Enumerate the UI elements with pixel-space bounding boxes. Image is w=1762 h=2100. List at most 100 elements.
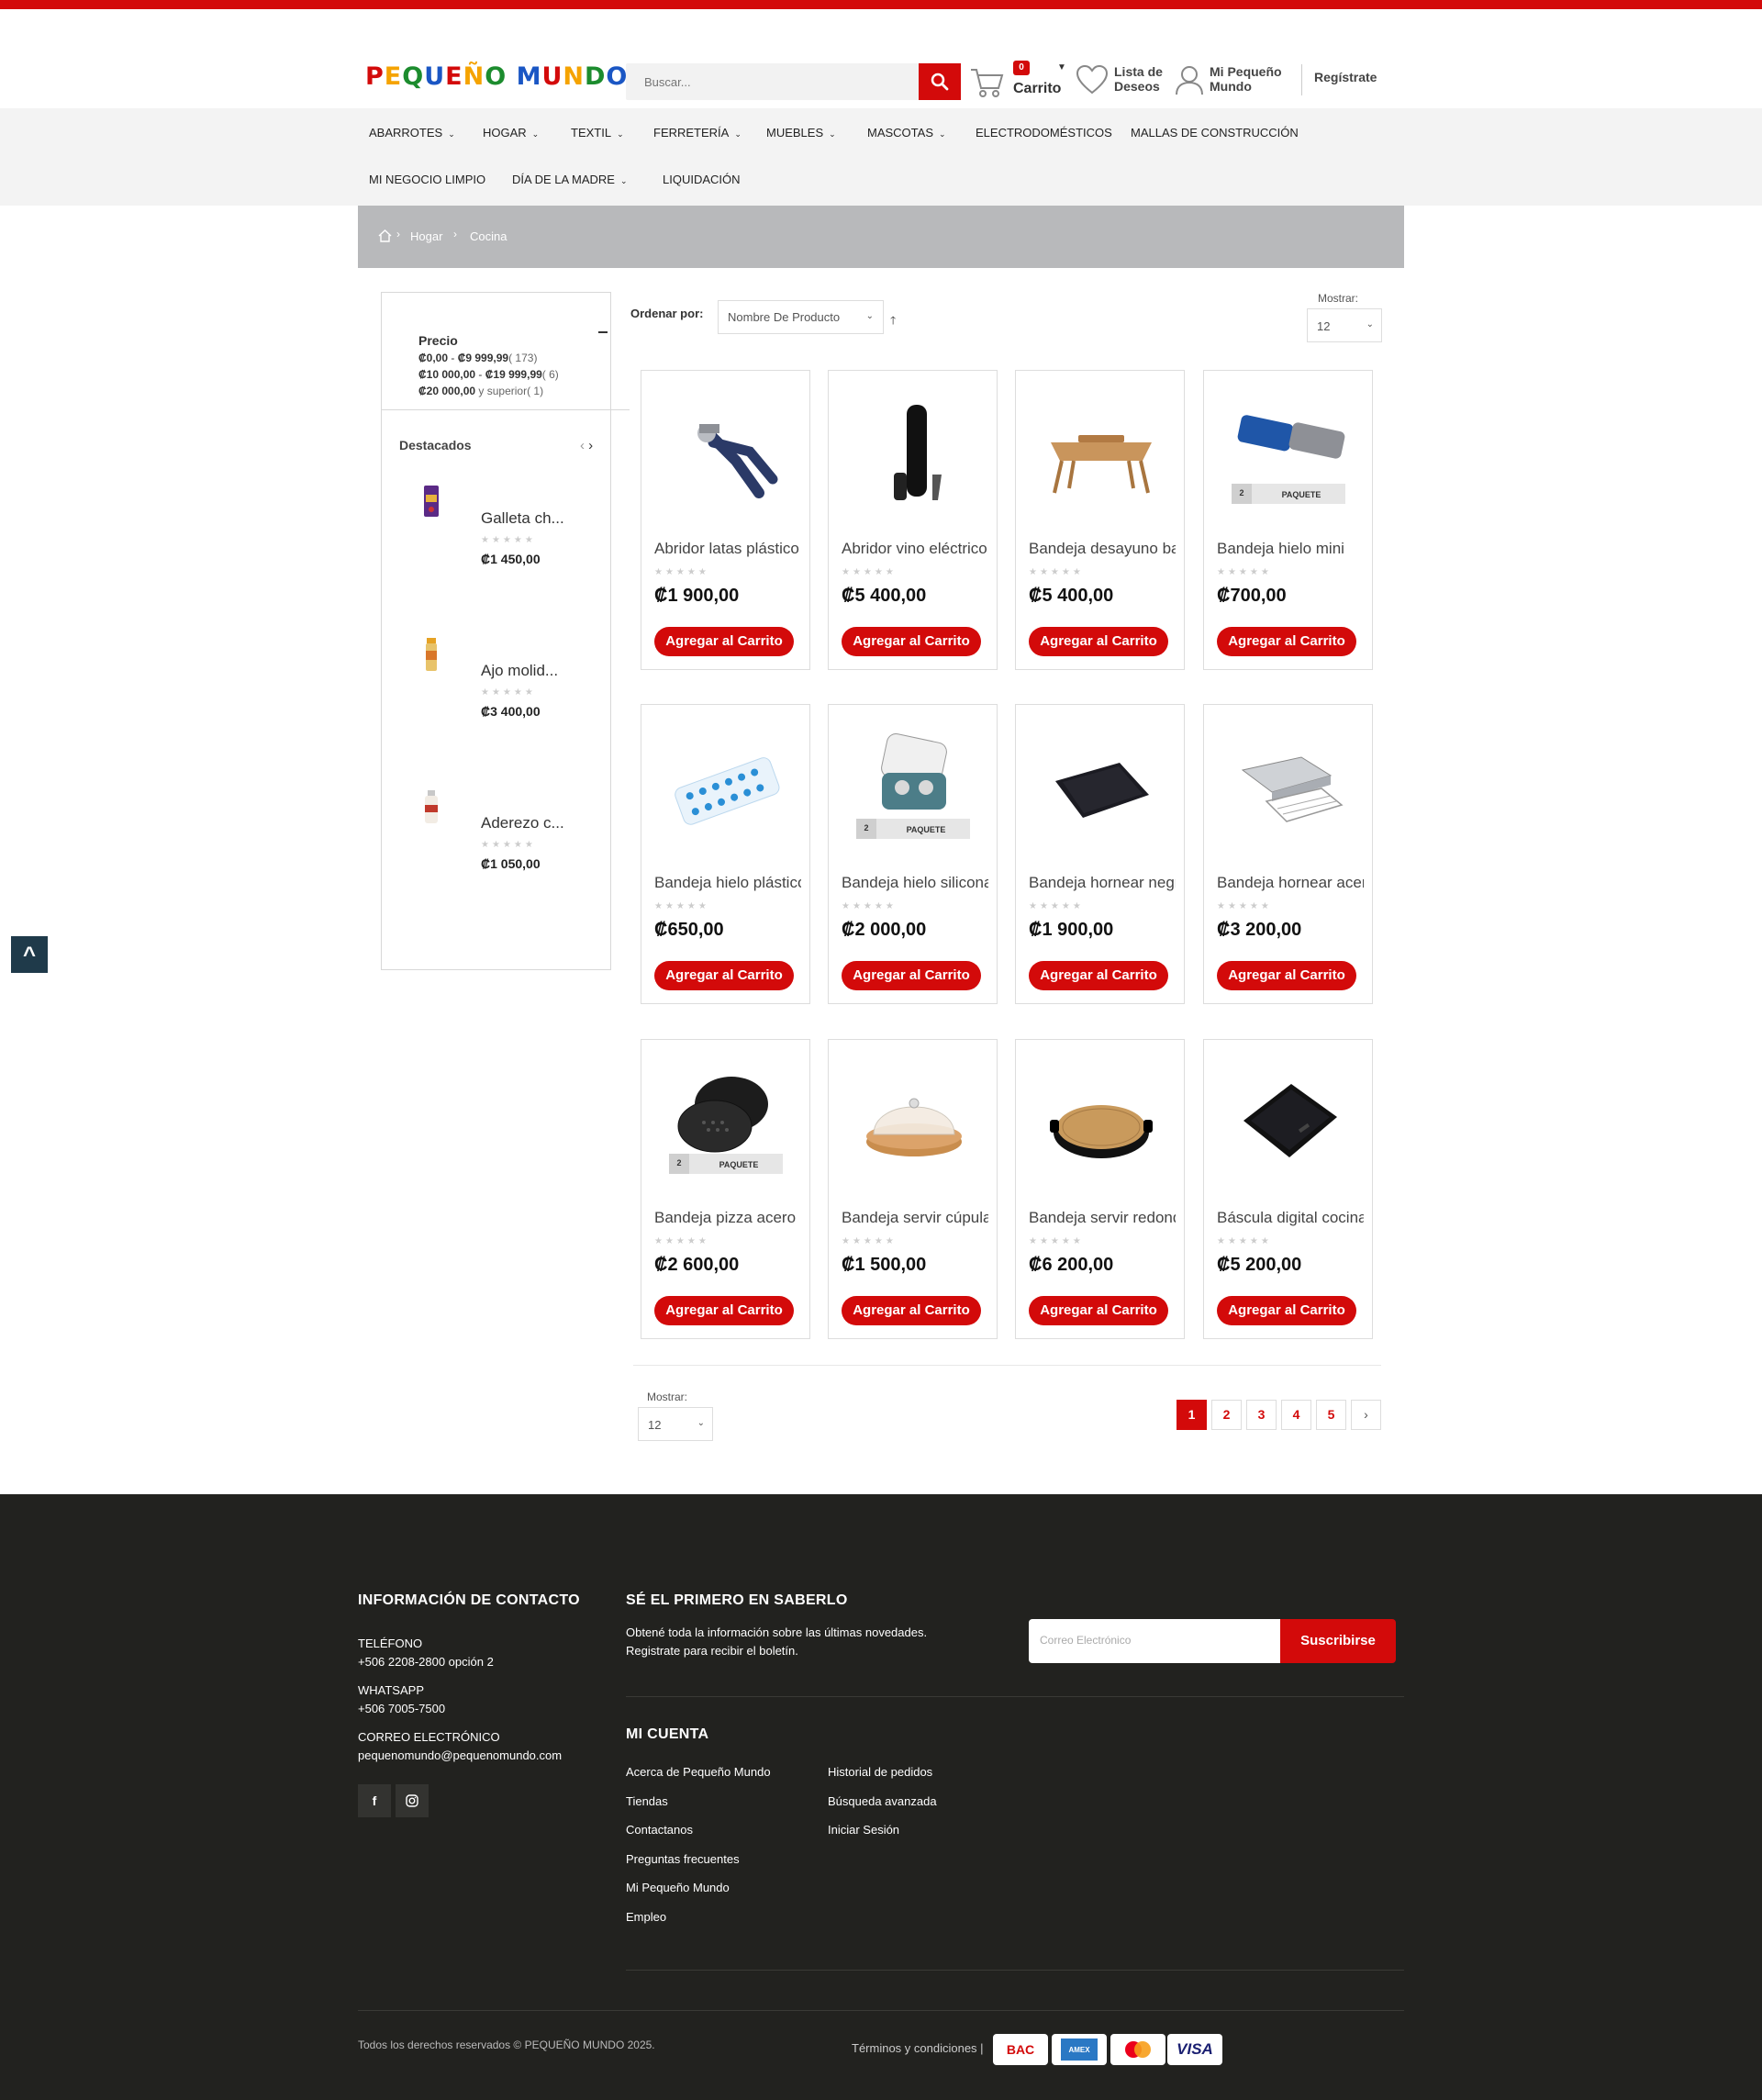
baking-tray-steel-image[interactable] — [1222, 723, 1355, 856]
product-card[interactable]: Bandeja desayuno bambú ★★★★★ ₡5 400,00 A… — [1015, 370, 1185, 670]
add-to-cart-button[interactable]: Agregar al Carrito — [1029, 1296, 1168, 1325]
product-name[interactable]: Bandeja hornear acero — [1217, 874, 1364, 892]
product-card[interactable]: Bandeja hornear negra ★★★★★ ₡1 900,00 Ag… — [1015, 704, 1185, 1004]
round-serving-tray-image[interactable] — [1034, 1058, 1167, 1191]
footer-link[interactable]: Contactanos — [626, 1821, 693, 1839]
nav-item-mascotas[interactable]: MASCOTAS ⌄ — [867, 126, 946, 140]
cart-button[interactable]: 0 Carrito ▼ — [969, 61, 1070, 103]
nav-item-electrodomesticos[interactable]: ELECTRODOMÉSTICOS — [976, 126, 1112, 140]
product-card[interactable]: 2 PAQUETE Bandeja hielo silicona ★★★★★ ₡2… — [828, 704, 998, 1004]
newsletter-email-input[interactable]: Correo Electrónico — [1029, 1619, 1280, 1663]
product-card[interactable]: Abridor latas plástico ★★★★★ ₡1 900,00 A… — [641, 370, 810, 670]
product-name[interactable]: Abridor vino eléctrico — [842, 540, 988, 558]
next-page-icon[interactable]: › — [1351, 1400, 1381, 1430]
chevron-left-icon[interactable]: ‹ — [580, 438, 585, 453]
show-select-bottom[interactable]: 12 ⌄ — [638, 1407, 713, 1441]
nav-item-textil[interactable]: TEXTIL ⌄ — [571, 126, 624, 140]
nav-item-negocio-limpio[interactable]: MI NEGOCIO LIMPIO — [369, 173, 485, 186]
footer-link[interactable]: Mi Pequeño Mundo — [626, 1879, 730, 1897]
product-card[interactable]: Báscula digital cocina ★★★★★ ₡5 200,00 A… — [1203, 1039, 1373, 1339]
product-name[interactable]: Báscula digital cocina — [1217, 1209, 1364, 1227]
nav-item-muebles[interactable]: MUEBLES ⌄ — [766, 126, 836, 140]
breakfast-tray-image[interactable] — [1034, 389, 1167, 522]
facebook-icon[interactable]: f — [358, 1784, 391, 1817]
footer-link[interactable]: Tiendas — [626, 1793, 668, 1811]
logo[interactable]: PEQUEÑO MUNDO — [365, 62, 628, 91]
product-card[interactable]: 2 PAQUETE Bandeja pizza acero ★★★★★ ₡2 60… — [641, 1039, 810, 1339]
product-name[interactable]: Bandeja hielo silicona — [842, 874, 988, 892]
add-to-cart-button[interactable]: Agregar al Carrito — [1217, 627, 1356, 656]
product-name[interactable]: Bandeja hielo mini — [1217, 540, 1364, 558]
add-to-cart-button[interactable]: Agregar al Carrito — [654, 627, 794, 656]
price-filter-option[interactable]: ₡20 000,00 y superior( 1) — [418, 385, 543, 397]
add-to-cart-button[interactable]: Agregar al Carrito — [842, 1296, 981, 1325]
chevron-right-icon[interactable]: › — [588, 438, 593, 453]
terms-link[interactable]: Términos y condiciones | — [852, 2039, 984, 2058]
pizza-tray-image[interactable]: 2 PAQUETE — [660, 1058, 793, 1191]
nav-item-dia-madre[interactable]: DÍA DE LA MADRE ⌄ — [512, 173, 628, 186]
product-name[interactable]: Bandeja hielo plástico — [654, 874, 801, 892]
product-name[interactable]: Bandeja servir redonda — [1029, 1209, 1176, 1227]
featured-item-name[interactable]: Galleta ch... — [481, 509, 564, 528]
page-2[interactable]: 2 — [1211, 1400, 1242, 1430]
add-to-cart-button[interactable]: Agregar al Carrito — [1029, 627, 1168, 656]
product-name[interactable]: Bandeja pizza acero — [654, 1209, 801, 1227]
add-to-cart-button[interactable]: Agregar al Carrito — [842, 627, 981, 656]
phone-value[interactable]: +506 2208-2800 opción 2 — [358, 1653, 494, 1671]
serving-dome-image[interactable] — [847, 1058, 980, 1191]
price-filter-title[interactable]: Precio — [418, 333, 458, 348]
add-to-cart-button[interactable]: Agregar al Carrito — [1217, 1296, 1356, 1325]
search-input[interactable] — [626, 63, 920, 100]
home-icon[interactable] — [378, 229, 392, 242]
footer-link[interactable]: Acerca de Pequeño Mundo — [626, 1763, 771, 1782]
page-4[interactable]: 4 — [1281, 1400, 1311, 1430]
collapse-icon[interactable] — [598, 331, 608, 333]
nav-item-ferreteria[interactable]: FERRETERÍA ⌄ — [653, 126, 742, 140]
can-opener-image[interactable] — [660, 389, 793, 522]
breadcrumb-hogar[interactable]: Hogar — [410, 229, 442, 243]
product-name[interactable]: Bandeja servir cúpula — [842, 1209, 988, 1227]
whatsapp-value[interactable]: +506 7005-7500 — [358, 1700, 445, 1718]
price-filter-option[interactable]: ₡0,00 - ₡9 999,99( 173) — [418, 352, 537, 364]
search-button[interactable] — [919, 63, 961, 100]
footer-link[interactable]: Historial de pedidos — [828, 1763, 932, 1782]
subscribe-button[interactable]: Suscribirse — [1280, 1619, 1396, 1663]
scroll-to-top-button[interactable]: ^ — [11, 936, 48, 973]
email-value[interactable]: pequenomundo@pequenomundo.com — [358, 1747, 562, 1765]
page-3[interactable]: 3 — [1246, 1400, 1277, 1430]
nav-item-mallas[interactable]: MALLAS DE CONSTRUCCIÓN — [1131, 126, 1299, 140]
product-card[interactable]: Bandeja servir cúpula ★★★★★ ₡1 500,00 Ag… — [828, 1039, 998, 1339]
product-name[interactable]: Abridor latas plástico — [654, 540, 801, 558]
sort-select[interactable]: Nombre De Producto ⌄ — [718, 300, 884, 334]
register-link[interactable]: Regístrate — [1314, 70, 1377, 84]
add-to-cart-button[interactable]: Agregar al Carrito — [654, 1296, 794, 1325]
footer-link[interactable]: Preguntas frecuentes — [626, 1850, 740, 1869]
add-to-cart-button[interactable]: Agregar al Carrito — [1217, 961, 1356, 990]
footer-link[interactable]: Búsqueda avanzada — [828, 1793, 937, 1811]
digital-scale-image[interactable] — [1222, 1058, 1355, 1191]
footer-link[interactable]: Empleo — [626, 1908, 666, 1927]
nav-item-liquidacion[interactable]: LIQUIDACIÓN — [663, 173, 741, 186]
product-name[interactable]: Bandeja desayuno bambú — [1029, 540, 1176, 558]
nav-item-abarrotes[interactable]: ABARROTES ⌄ — [369, 126, 455, 140]
account-link[interactable]: Mi Pequeño Mundo — [1175, 62, 1294, 99]
wine-opener-image[interactable] — [847, 389, 980, 522]
product-card[interactable]: Bandeja hielo plástico ★★★★★ ₡650,00 Agr… — [641, 704, 810, 1004]
baking-tray-black-image[interactable] — [1034, 723, 1167, 856]
sort-direction-icon[interactable]: 🡑 — [890, 312, 896, 331]
product-card[interactable]: Abridor vino eléctrico ★★★★★ ₡5 400,00 A… — [828, 370, 998, 670]
product-card[interactable]: 2 PAQUETE Bandeja hielo mini ★★★★★ ₡700,0… — [1203, 370, 1373, 670]
ice-tray-silicone-image[interactable]: 2 PAQUETE — [847, 723, 980, 856]
product-name[interactable]: Bandeja hornear negra — [1029, 874, 1176, 892]
page-1[interactable]: 1 — [1177, 1400, 1207, 1430]
add-to-cart-button[interactable]: Agregar al Carrito — [654, 961, 794, 990]
nav-item-hogar[interactable]: HOGAR ⌄ — [483, 126, 539, 140]
featured-item-name[interactable]: Aderezo c... — [481, 814, 564, 832]
product-card[interactable]: Bandeja hornear acero ★★★★★ ₡3 200,00 Ag… — [1203, 704, 1373, 1004]
wishlist-link[interactable]: Lista de Deseos — [1076, 62, 1172, 99]
show-select[interactable]: 12 ⌄ — [1307, 308, 1382, 342]
price-filter-option[interactable]: ₡10 000,00 - ₡19 999,99( 6) — [418, 368, 559, 381]
product-card[interactable]: Bandeja servir redonda ★★★★★ ₡6 200,00 A… — [1015, 1039, 1185, 1339]
ice-tray-plastic-image[interactable] — [660, 723, 793, 856]
add-to-cart-button[interactable]: Agregar al Carrito — [1029, 961, 1168, 990]
